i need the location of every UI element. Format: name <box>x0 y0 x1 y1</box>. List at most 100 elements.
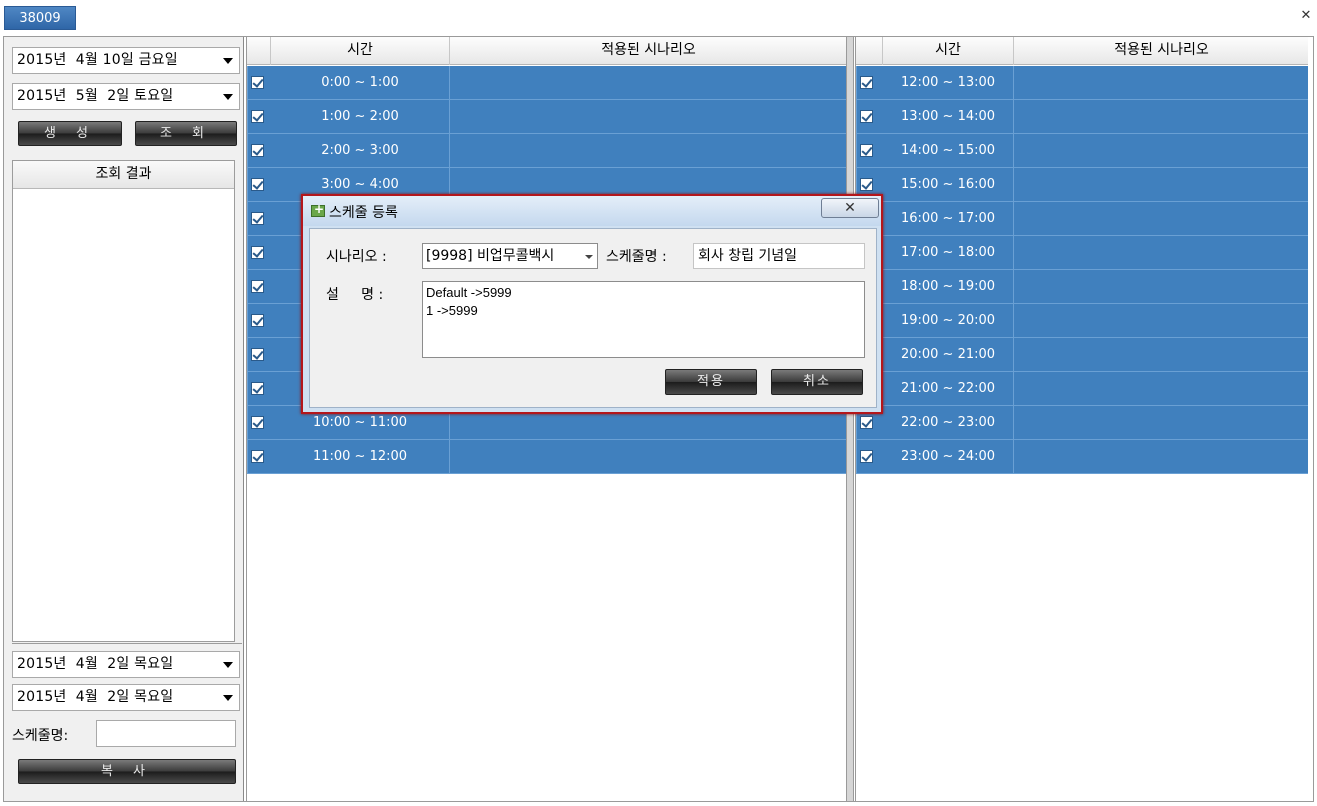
table-row[interactable]: 14:00 ~ 15:00 <box>856 134 1308 168</box>
header-scenario[interactable]: 적용된 시나리오 <box>450 37 847 65</box>
table-row[interactable]: 20:00 ~ 21:00 <box>856 338 1308 372</box>
query-button[interactable]: 조 회 <box>135 121 237 146</box>
table-row[interactable]: 21:00 ~ 22:00 <box>856 372 1308 406</box>
row-checkbox[interactable] <box>251 178 264 191</box>
row-scenario[interactable] <box>247 134 248 168</box>
grid-splitter[interactable] <box>846 37 854 801</box>
row-checkbox[interactable] <box>860 110 873 123</box>
row-checkbox[interactable] <box>251 314 264 327</box>
row-scenario[interactable] <box>247 202 248 236</box>
table-row[interactable]: 16:00 ~ 17:00 <box>856 202 1308 236</box>
schedule-name-input[interactable]: 회사 창립 기념일 <box>693 243 865 269</box>
row-checkbox[interactable] <box>251 280 264 293</box>
chevron-down-icon[interactable] <box>223 58 233 64</box>
schedule-name-input[interactable] <box>96 720 236 747</box>
row-scenario[interactable] <box>247 66 248 100</box>
table-row[interactable]: 15:00 ~ 16:00 <box>856 168 1308 202</box>
row-checkbox[interactable] <box>251 76 264 89</box>
row-scenario[interactable] <box>247 406 248 440</box>
schedule-name-label: 스케줄명: <box>12 728 69 744</box>
row-checkbox[interactable] <box>860 416 873 429</box>
table-row[interactable]: 23:00 ~ 24:00 <box>856 440 1308 474</box>
divider <box>12 643 242 644</box>
description-line: Default ->5999 <box>426 285 512 300</box>
table-row[interactable]: 12:00 ~ 13:00 <box>856 66 1308 100</box>
header-time[interactable]: 시간 <box>271 37 450 65</box>
close-icon[interactable]: ✕ <box>1298 8 1314 24</box>
row-time: 0:00 ~ 1:00 <box>271 66 450 100</box>
scenario-label: 시나리오 : <box>326 249 387 265</box>
cancel-button[interactable]: 취소 <box>771 369 863 395</box>
row-time: 21:00 ~ 22:00 <box>883 372 1014 406</box>
row-time: 16:00 ~ 17:00 <box>883 202 1014 236</box>
header-check-cell <box>856 37 883 65</box>
table-row[interactable]: 11:00 ~ 12:00 <box>247 440 846 474</box>
dialog-title: 스케줄 등록 <box>329 205 398 221</box>
table-row[interactable]: 0:00 ~ 1:00 <box>247 66 846 100</box>
dialog-title-bar[interactable]: 스케줄 등록 ✕ <box>303 196 881 226</box>
row-checkbox[interactable] <box>860 178 873 191</box>
chevron-down-icon[interactable] <box>223 695 233 701</box>
header-time[interactable]: 시간 <box>883 37 1014 65</box>
row-checkbox[interactable] <box>251 416 264 429</box>
row-scenario[interactable] <box>247 270 248 304</box>
row-time: 12:00 ~ 13:00 <box>883 66 1014 100</box>
row-scenario[interactable] <box>856 134 857 168</box>
grid-header: 시간 적용된 시나리오 <box>856 37 1308 65</box>
row-checkbox[interactable] <box>251 382 264 395</box>
copy-end-date-picker[interactable]: 2015년 4월 2일 목요일 <box>12 684 240 711</box>
table-row[interactable]: 2:00 ~ 3:00 <box>247 134 846 168</box>
row-scenario[interactable] <box>247 440 248 474</box>
create-button[interactable]: 생 성 <box>18 121 122 146</box>
row-checkbox[interactable] <box>251 212 264 225</box>
chevron-down-icon[interactable] <box>223 662 233 668</box>
row-scenario[interactable] <box>856 440 857 474</box>
apply-button[interactable]: 적용 <box>665 369 757 395</box>
table-row[interactable]: 13:00 ~ 14:00 <box>856 100 1308 134</box>
chevron-down-icon[interactable] <box>585 255 593 259</box>
row-scenario[interactable] <box>856 66 857 100</box>
table-row[interactable]: 22:00 ~ 23:00 <box>856 406 1308 440</box>
row-checkbox[interactable] <box>860 144 873 157</box>
row-scenario[interactable] <box>856 100 857 134</box>
row-scenario[interactable] <box>247 236 248 270</box>
row-scenario[interactable] <box>247 168 248 202</box>
chevron-down-icon[interactable] <box>223 94 233 100</box>
table-row[interactable]: 17:00 ~ 18:00 <box>856 236 1308 270</box>
table-row[interactable]: 19:00 ~ 20:00 <box>856 304 1308 338</box>
row-scenario[interactable] <box>247 372 248 406</box>
row-checkbox[interactable] <box>251 246 264 259</box>
schedule-grid-am[interactable]: 시간 적용된 시나리오 0:00 ~ 1:00 1:00 ~ 2:00 2:00 ~… <box>246 37 846 801</box>
description-textarea[interactable]: Default ->5999 1 ->5999 <box>422 281 865 358</box>
row-time: 17:00 ~ 18:00 <box>883 236 1014 270</box>
row-checkbox[interactable] <box>251 348 264 361</box>
tab-38009[interactable]: 38009 <box>4 6 76 30</box>
row-checkbox[interactable] <box>251 450 264 463</box>
schedule-register-dialog: 스케줄 등록 ✕ 시나리오 : [9998] 비업무콜백시 스케줄명 : 회사 … <box>301 194 883 414</box>
end-date-picker[interactable]: 2015년 5월 2일 토요일 <box>12 83 240 110</box>
copy-button[interactable]: 복 사 <box>18 759 236 784</box>
dialog-close-button[interactable]: ✕ <box>821 198 879 218</box>
header-check-cell <box>247 37 271 65</box>
schedule-name-label: 스케줄명 : <box>606 249 667 265</box>
description-line: 1 ->5999 <box>426 303 478 318</box>
row-scenario[interactable] <box>247 304 248 338</box>
query-result-list[interactable]: 조회 결과 <box>12 160 235 642</box>
row-checkbox[interactable] <box>860 76 873 89</box>
table-row[interactable]: 18:00 ~ 19:00 <box>856 270 1308 304</box>
header-scenario[interactable]: 적용된 시나리오 <box>1014 37 1309 65</box>
row-scenario[interactable] <box>247 338 248 372</box>
row-scenario[interactable] <box>247 100 248 134</box>
row-checkbox[interactable] <box>251 144 264 157</box>
copy-start-date-picker[interactable]: 2015년 4월 2일 목요일 <box>12 651 240 678</box>
row-time: 11:00 ~ 12:00 <box>271 440 450 474</box>
scenario-select[interactable]: [9998] 비업무콜백시 <box>422 243 598 269</box>
row-checkbox[interactable] <box>251 110 264 123</box>
schedule-grid-pm[interactable]: 시간 적용된 시나리오 12:00 ~ 13:00 13:00 ~ 14:00 14… <box>855 37 1308 801</box>
table-row[interactable]: 1:00 ~ 2:00 <box>247 100 846 134</box>
start-date-picker[interactable]: 2015년 4월 10일 금요일 <box>12 47 240 74</box>
row-time: 1:00 ~ 2:00 <box>271 100 450 134</box>
add-schedule-icon <box>311 202 325 217</box>
start-date-value: 2015년 4월 10일 금요일 <box>17 52 178 68</box>
row-checkbox[interactable] <box>860 450 873 463</box>
